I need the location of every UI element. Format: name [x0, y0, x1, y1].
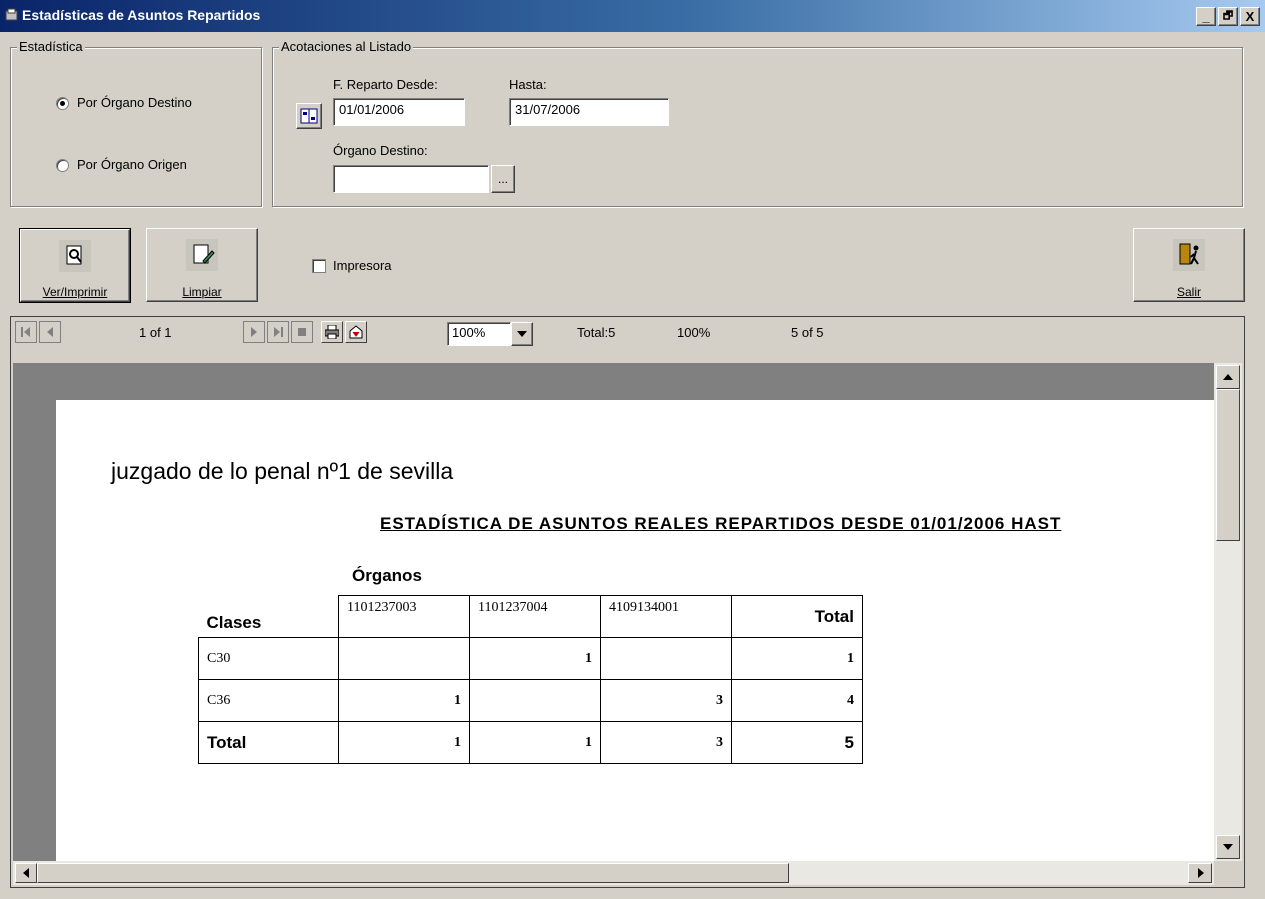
- vertical-scroll-thumb[interactable]: [1216, 389, 1240, 541]
- hasta-label: Hasta:: [509, 77, 547, 92]
- table-cell: 1: [338, 679, 470, 722]
- table-cell: 4: [731, 679, 863, 722]
- row-label: C36: [198, 679, 339, 722]
- exit-icon: [1173, 239, 1205, 271]
- report-page: juzgado de lo penal nº1 de sevilla ESTAD…: [56, 400, 1214, 861]
- salir-button[interactable]: Salir: [1133, 228, 1245, 302]
- column-header: 4109134001: [600, 595, 732, 638]
- stats-table: Clases 1101237003 1101237004 4109134001 …: [198, 595, 863, 764]
- last-page-icon: [274, 327, 283, 337]
- table-cell: [600, 637, 732, 680]
- total-count: Total:5: [577, 325, 616, 340]
- table-cell: 3: [600, 721, 732, 764]
- ver-imprimir-label: Ver/Imprimir: [42, 285, 108, 299]
- table-cell: 5: [731, 721, 863, 764]
- first-page-icon: [21, 327, 30, 337]
- acotaciones-legend: Acotaciones al Listado: [279, 39, 414, 54]
- radio-organo-destino[interactable]: [56, 97, 69, 110]
- stop-icon: [298, 328, 306, 336]
- arrow-up-icon: [1223, 374, 1233, 380]
- fecha-desde-input[interactable]: 01/01/2006: [333, 98, 465, 126]
- calendar-button[interactable]: [296, 103, 322, 129]
- clases-header: Clases: [206, 613, 262, 632]
- stop-button[interactable]: [291, 321, 313, 343]
- title-bar: Estadísticas de Asuntos Repartidos _ 🗗 X: [0, 0, 1265, 32]
- report-subtitle: ESTADÍSTICA DE ASUNTOS REALES REPARTIDOS…: [380, 514, 1062, 533]
- printer-icon: [325, 325, 339, 339]
- app-icon: [5, 8, 18, 21]
- horizontal-scroll-thumb[interactable]: [37, 863, 789, 883]
- scroll-left-button[interactable]: [15, 863, 37, 883]
- row-label: Total: [198, 721, 339, 764]
- organos-label: Órganos: [352, 566, 422, 585]
- chevron-down-icon: [517, 331, 527, 337]
- scroll-up-button[interactable]: [1216, 365, 1240, 389]
- report-canvas: juzgado de lo penal nº1 de sevilla ESTAD…: [13, 363, 1214, 861]
- minimize-button[interactable]: _: [1196, 7, 1216, 26]
- arrow-left-icon: [23, 868, 29, 878]
- radio-organo-destino-label[interactable]: Por Órgano Destino: [77, 95, 192, 110]
- radio-organo-origen-label[interactable]: Por Órgano Origen: [77, 157, 187, 172]
- table-cell: 1: [338, 721, 470, 764]
- last-page-button[interactable]: [267, 321, 289, 343]
- clear-icon: [186, 239, 218, 271]
- table-cell: 1: [469, 721, 601, 764]
- window-title: Estadísticas de Asuntos Repartidos: [22, 7, 261, 23]
- impresora-checkbox[interactable]: [312, 259, 326, 273]
- limpiar-button[interactable]: Limpiar: [146, 228, 258, 302]
- table-row: C30 1 1: [198, 637, 863, 680]
- table-cell: 1: [731, 637, 863, 680]
- export-button[interactable]: [345, 321, 367, 343]
- table-header-row: Clases 1101237003 1101237004 4109134001 …: [199, 595, 863, 638]
- row-label: C30: [198, 637, 339, 680]
- export-icon: [349, 325, 363, 339]
- first-page-button[interactable]: [15, 321, 37, 343]
- limpiar-label: Limpiar: [182, 285, 222, 299]
- impresora-label[interactable]: Impresora: [333, 258, 392, 273]
- table-cell: 3: [600, 679, 732, 722]
- print-button[interactable]: [321, 321, 343, 343]
- fecha-hasta-input[interactable]: 31/07/2006: [509, 98, 669, 126]
- column-header: 1101237003: [338, 595, 470, 638]
- zoom-dropdown-button[interactable]: [511, 322, 533, 346]
- estadistica-group: Estadística Por Órgano Destino Por Órgan…: [10, 39, 262, 207]
- column-header-total: Total: [731, 595, 863, 638]
- page-indicator: 1 of 1: [139, 325, 172, 340]
- organo-destino-label: Órgano Destino:: [333, 143, 428, 158]
- estadistica-legend: Estadística: [17, 39, 85, 54]
- report-heading: juzgado de lo penal nº1 de sevilla: [111, 458, 454, 484]
- column-header: 1101237004: [469, 595, 601, 638]
- scroll-right-button[interactable]: [1188, 863, 1212, 883]
- table-row: Total 1 1 3 5: [198, 721, 863, 764]
- preview-icon: [59, 240, 91, 272]
- arrow-right-icon: [1198, 868, 1204, 878]
- next-page-button[interactable]: [243, 321, 265, 343]
- salir-label: Salir: [1176, 285, 1201, 299]
- next-page-icon: [251, 327, 257, 337]
- horizontal-scrollbar[interactable]: [13, 861, 1214, 885]
- scroll-down-button[interactable]: [1216, 835, 1240, 859]
- acotaciones-group: Acotaciones al Listado F. Reparto Desde:…: [272, 39, 1243, 207]
- zoom-select[interactable]: 100%: [447, 322, 511, 346]
- table-cell: [338, 637, 470, 680]
- table-row: C36 1 3 4: [198, 679, 863, 722]
- zoom-percent: 100%: [677, 325, 711, 340]
- calendar-icon: [300, 108, 318, 124]
- ver-imprimir-button[interactable]: Ver/Imprimir: [19, 228, 131, 303]
- prev-page-icon: [47, 327, 53, 337]
- close-button[interactable]: X: [1240, 7, 1260, 26]
- table-cell: 1: [469, 637, 601, 680]
- radio-organo-origen[interactable]: [56, 159, 69, 172]
- browse-organo-button[interactable]: ...: [491, 165, 515, 193]
- arrow-down-icon: [1223, 844, 1233, 850]
- organo-destino-input[interactable]: [333, 165, 489, 193]
- table-cell: [469, 679, 601, 722]
- desde-label: F. Reparto Desde:: [333, 77, 438, 92]
- restore-button[interactable]: 🗗: [1218, 7, 1238, 26]
- record-count: 5 of 5: [791, 325, 824, 340]
- vertical-scrollbar[interactable]: [1214, 363, 1242, 861]
- prev-page-button[interactable]: [39, 321, 61, 343]
